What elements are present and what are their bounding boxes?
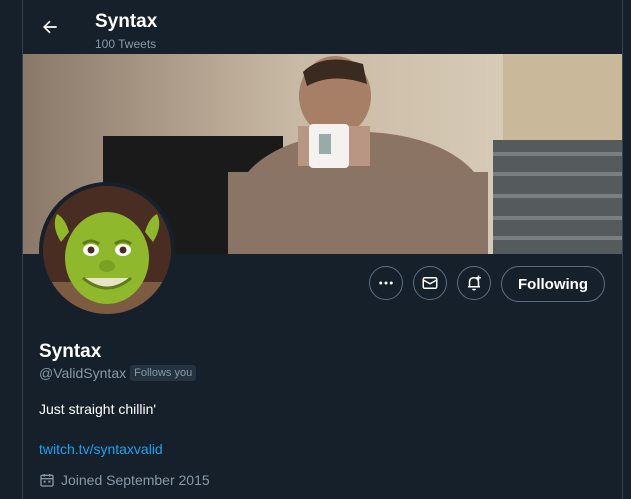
profile-handle: @ValidSyntax — [39, 365, 127, 381]
profile-actions: Following — [23, 266, 622, 302]
message-button[interactable] — [413, 266, 447, 300]
envelope-icon — [422, 277, 438, 289]
back-button[interactable] — [33, 10, 67, 44]
header-name: Syntax — [95, 11, 158, 32]
profile-name: Syntax — [39, 341, 102, 362]
handle-row: @ValidSyntax Follows you — [39, 365, 197, 381]
bell-plus-icon — [468, 275, 481, 291]
profile-bio: Just straight chillin' — [39, 401, 157, 417]
following-button[interactable]: Following — [501, 266, 605, 302]
more-icon — [379, 281, 393, 285]
profile-column: Syntax 100 Tweets Following Syntax @Vali… — [22, 0, 623, 499]
follows-you-badge: Follows you — [130, 365, 197, 381]
profile-link[interactable]: twitch.tv/syntaxvalid — [39, 441, 163, 457]
back-arrow-icon — [43, 20, 57, 34]
notify-button[interactable] — [457, 266, 491, 300]
tweet-count: 100 Tweets — [95, 37, 157, 51]
top-bar: Syntax 100 Tweets — [23, 0, 622, 54]
more-button[interactable] — [369, 266, 403, 300]
calendar-icon — [40, 474, 54, 487]
joined-date: Joined September 2015 — [61, 472, 210, 488]
joined-date-row: Joined September 2015 — [39, 472, 210, 488]
